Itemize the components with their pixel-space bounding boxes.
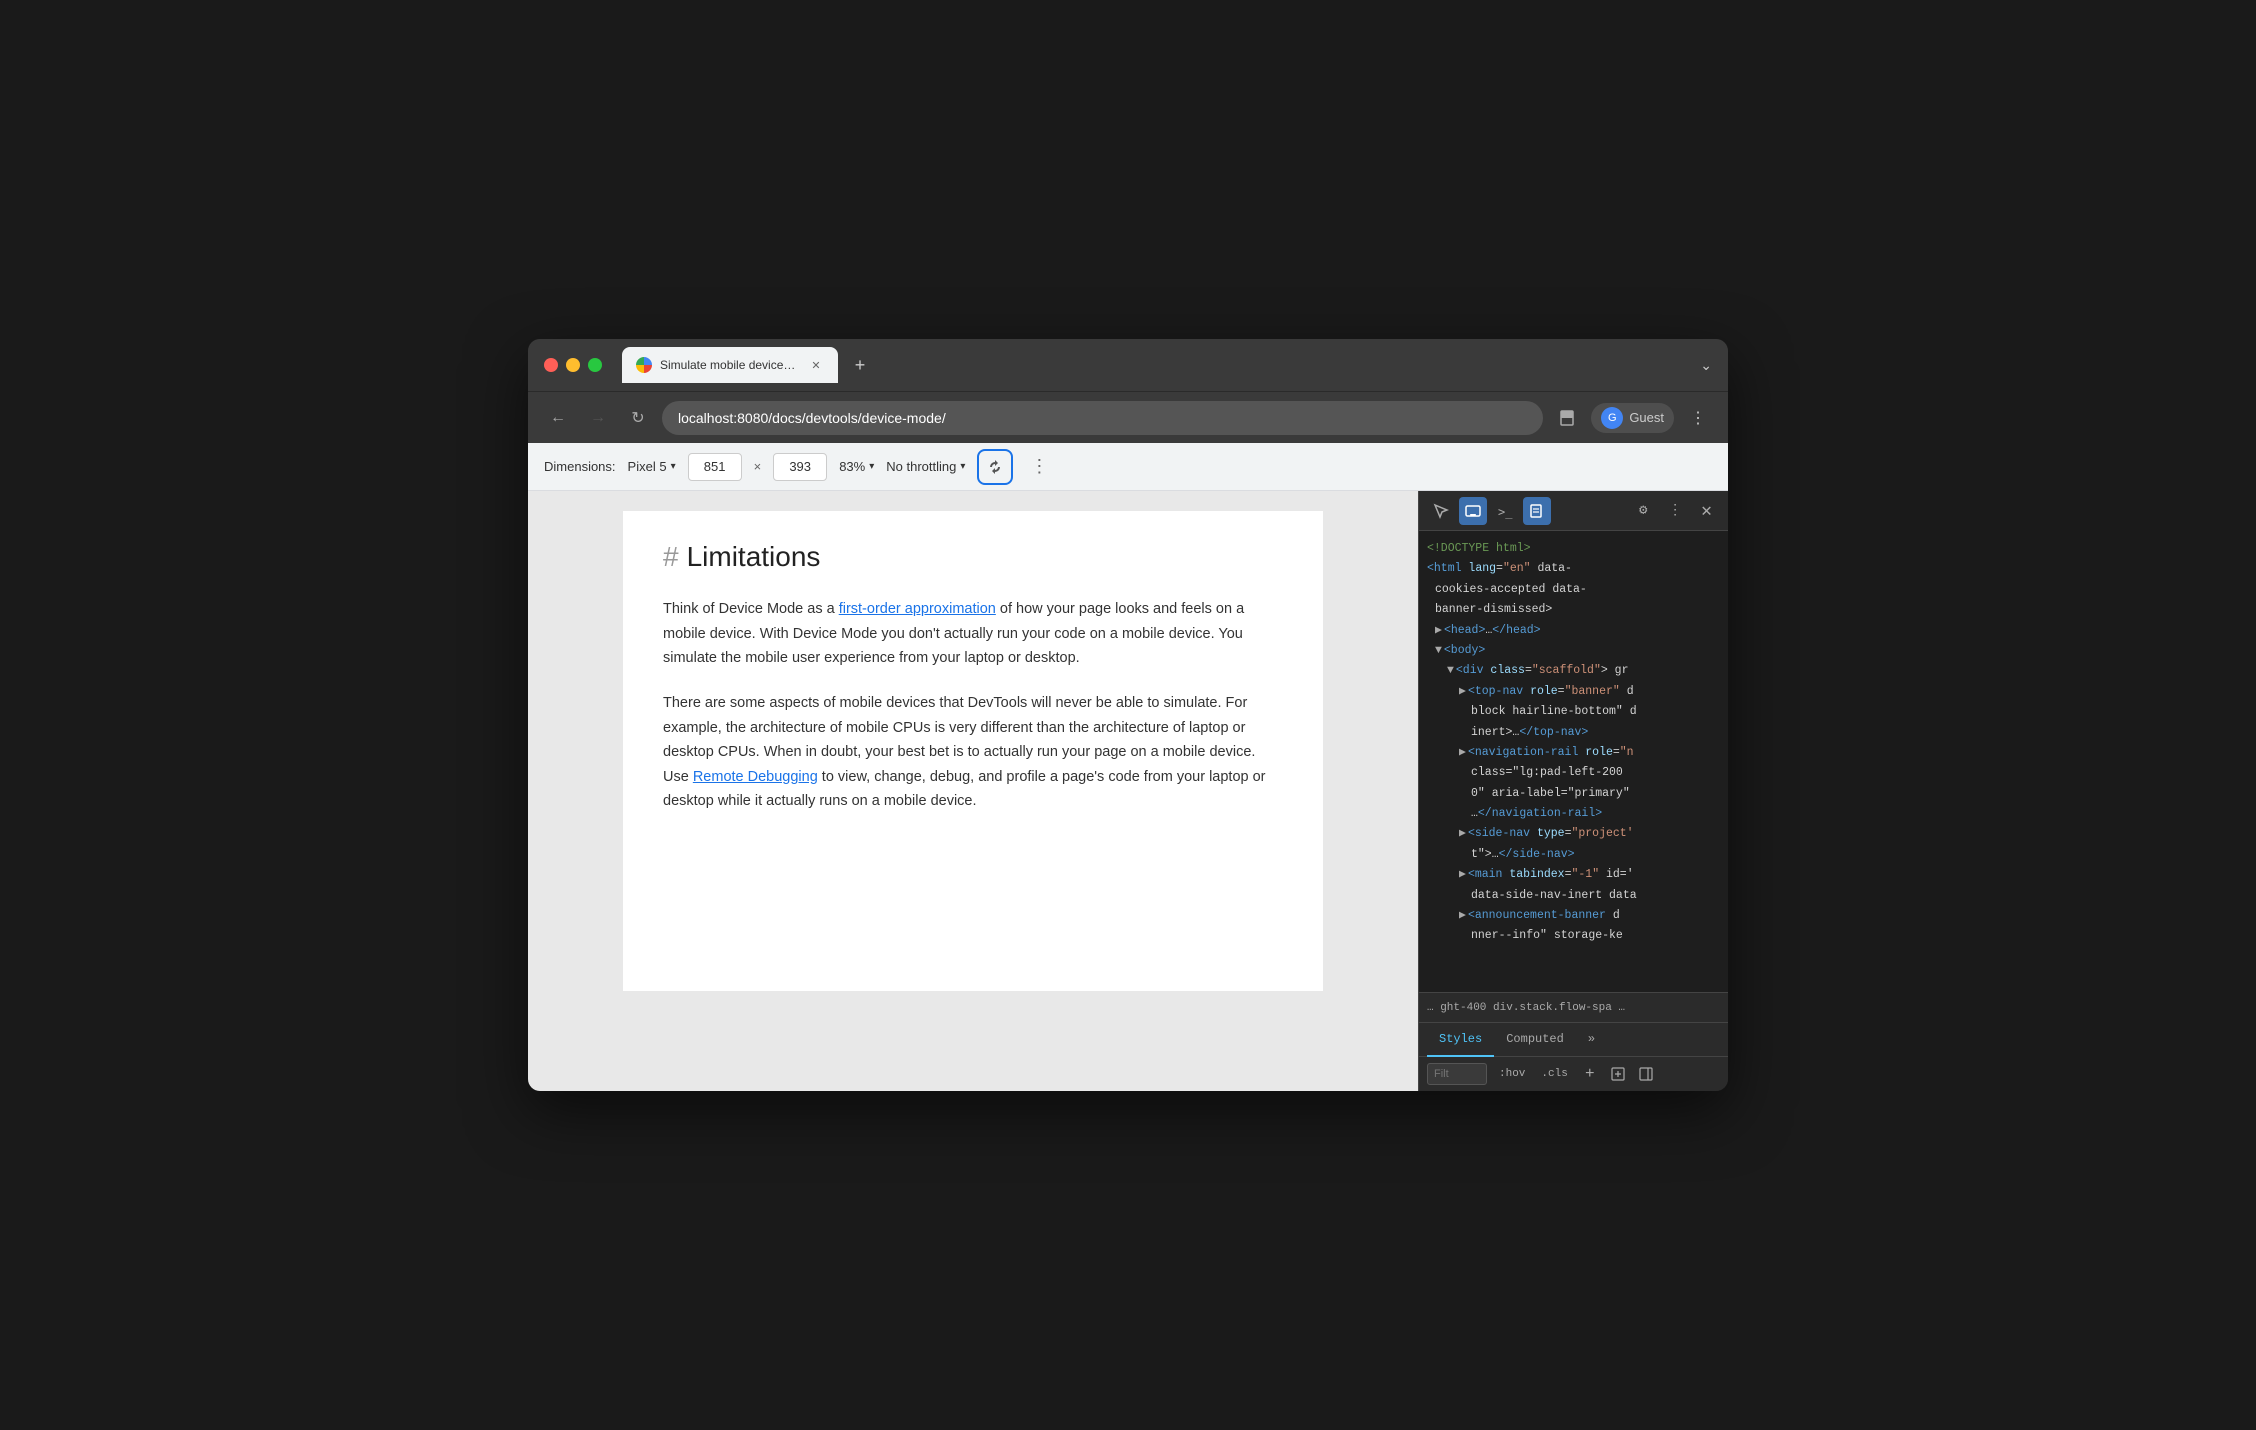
active-tab[interactable]: Simulate mobile devices with D ✕ <box>622 347 838 383</box>
head-line: ▶<head>…</head> <box>1423 621 1724 641</box>
heading-hash: # <box>663 541 679 573</box>
forward-button[interactable]: → <box>582 402 614 434</box>
height-input[interactable] <box>773 453 827 481</box>
browser-window: Simulate mobile devices with D ✕ + ⌄ ← →… <box>528 339 1728 1091</box>
breadcrumb-text: … ght-400 div.stack.flow-spa … <box>1427 1002 1625 1014</box>
page-heading: # Limitations <box>663 541 1283 573</box>
address-value: localhost:8080/docs/devtools/device-mode… <box>678 410 946 426</box>
console-button[interactable]: >_ <box>1491 497 1519 525</box>
main-line: ▶<main tabindex="-1" id=' <box>1423 865 1724 885</box>
top-nav-line: ▶<top-nav role="banner" d <box>1423 682 1724 702</box>
profile-label: Guest <box>1629 410 1664 425</box>
toggle-sidebar-button[interactable] <box>1636 1064 1656 1084</box>
side-nav-line: ▶<side-nav type="project' <box>1423 824 1724 844</box>
tab-more[interactable]: » <box>1576 1023 1607 1057</box>
nav-rail-line: ▶<navigation-rail role="n <box>1423 743 1724 763</box>
viewport: # Limitations Think of Device Mode as a … <box>528 491 1418 1091</box>
svg-text:>_: >_ <box>1498 505 1513 519</box>
breadcrumb: … ght-400 div.stack.flow-spa … <box>1419 993 1728 1023</box>
close-button[interactable] <box>544 358 558 372</box>
announcement-attrs: nner--info" storage-ke <box>1423 926 1724 946</box>
paragraph-2: There are some aspects of mobile devices… <box>663 691 1283 814</box>
throttle-select[interactable]: No throttling <box>886 459 965 474</box>
top-nav-class: block hairline-bottom" d <box>1423 702 1724 722</box>
new-tab-button[interactable]: + <box>846 351 874 379</box>
html-open-line: <html lang="en" data- <box>1423 559 1724 579</box>
filter-hov[interactable]: :hov <box>1495 1066 1529 1082</box>
profile-avatar: G <box>1601 407 1623 429</box>
address-input[interactable]: localhost:8080/docs/devtools/device-mode… <box>662 401 1543 435</box>
main-area: # Limitations Think of Device Mode as a … <box>528 491 1728 1091</box>
para1-text-before: Think of Device Mode as a <box>663 601 839 617</box>
profile-button[interactable]: G Guest <box>1591 403 1674 433</box>
device-select[interactable]: Pixel 5 <box>628 459 676 474</box>
minimize-button[interactable] <box>566 358 580 372</box>
sources-button[interactable] <box>1523 497 1551 525</box>
side-nav-close: t">…</side-nav> <box>1423 845 1724 865</box>
nav-rail-class: class="lg:pad-left-200 <box>1423 763 1724 783</box>
rotate-button[interactable] <box>977 449 1013 485</box>
body-line: ▼<body> <box>1423 641 1724 661</box>
address-bar-row: ← → ↻ localhost:8080/docs/devtools/devic… <box>528 391 1728 443</box>
back-button[interactable]: ← <box>542 402 574 434</box>
devtools-bottom: … ght-400 div.stack.flow-spa … Styles Co… <box>1419 992 1728 1091</box>
main-attrs: data-side-nav-inert data <box>1423 886 1724 906</box>
add-style-button[interactable]: + <box>1580 1064 1600 1084</box>
maximize-button[interactable] <box>588 358 602 372</box>
para1-link[interactable]: first-order approximation <box>839 601 996 617</box>
settings-button[interactable]: ⚙ <box>1629 497 1657 525</box>
more-tabs-button[interactable]: ⌄ <box>1700 357 1712 374</box>
device-toolbar: Dimensions: Pixel 5 × 83% No throttling … <box>528 443 1728 491</box>
device-mode-button[interactable] <box>1459 497 1487 525</box>
nav-rail-aria: 0" aria-label="primary" <box>1423 784 1724 804</box>
title-bar-right: ⌄ <box>1700 357 1712 374</box>
top-nav-close: inert>…</top-nav> <box>1423 723 1724 743</box>
para2-link[interactable]: Remote Debugging <box>693 769 818 785</box>
tabs-area: Simulate mobile devices with D ✕ + <box>622 347 1688 383</box>
traffic-lights <box>544 358 602 372</box>
element-state-button[interactable] <box>1608 1064 1628 1084</box>
announcement-line: ▶<announcement-banner d <box>1423 906 1724 926</box>
bookmark-button[interactable] <box>1551 402 1583 434</box>
more-options-button[interactable]: ⋮ <box>1025 453 1053 481</box>
heading-text: Limitations <box>687 541 821 573</box>
close-devtools-button[interactable]: ✕ <box>1693 496 1720 526</box>
scaffold-line: ▼<div class="scaffold"> gr <box>1423 661 1724 681</box>
tab-title: Simulate mobile devices with D <box>660 358 800 372</box>
tab-styles[interactable]: Styles <box>1427 1023 1494 1057</box>
zoom-select[interactable]: 83% <box>839 459 874 474</box>
filter-cls[interactable]: .cls <box>1537 1066 1571 1082</box>
width-input[interactable] <box>688 453 742 481</box>
dimensions-label: Dimensions: <box>544 459 616 474</box>
title-bar: Simulate mobile devices with D ✕ + ⌄ <box>528 339 1728 391</box>
html-attr-line1: cookies-accepted data- <box>1423 580 1724 600</box>
refresh-button[interactable]: ↻ <box>622 402 654 434</box>
dimension-separator: × <box>754 459 762 474</box>
paragraph-1: Think of Device Mode as a first-order ap… <box>663 597 1283 671</box>
tab-close-button[interactable]: ✕ <box>808 357 824 373</box>
page-content: # Limitations Think of Device Mode as a … <box>623 511 1323 991</box>
html-tree: <!DOCTYPE html> <html lang="en" data- co… <box>1419 531 1728 992</box>
devtools-filter-row: :hov .cls + <box>1419 1057 1728 1091</box>
doctype-line: <!DOCTYPE html> <box>1423 539 1724 559</box>
devtools-panel: >_ ⚙ ⋮ ✕ <!DOCTYPE html> < <box>1418 491 1728 1091</box>
html-attr-line2: banner-dismissed> <box>1423 600 1724 620</box>
chrome-favicon <box>636 357 652 373</box>
menu-button[interactable]: ⋮ <box>1682 402 1714 434</box>
filter-input[interactable] <box>1427 1063 1487 1085</box>
devtools-toolbar: >_ ⚙ ⋮ ✕ <box>1419 491 1728 531</box>
address-bar-right: G Guest ⋮ <box>1551 402 1714 434</box>
tab-computed[interactable]: Computed <box>1494 1023 1576 1057</box>
nav-rail-close: …</navigation-rail> <box>1423 804 1724 824</box>
more-button[interactable]: ⋮ <box>1661 497 1689 525</box>
inspect-element-button[interactable] <box>1427 497 1455 525</box>
devtools-tabs: Styles Computed » <box>1419 1023 1728 1057</box>
